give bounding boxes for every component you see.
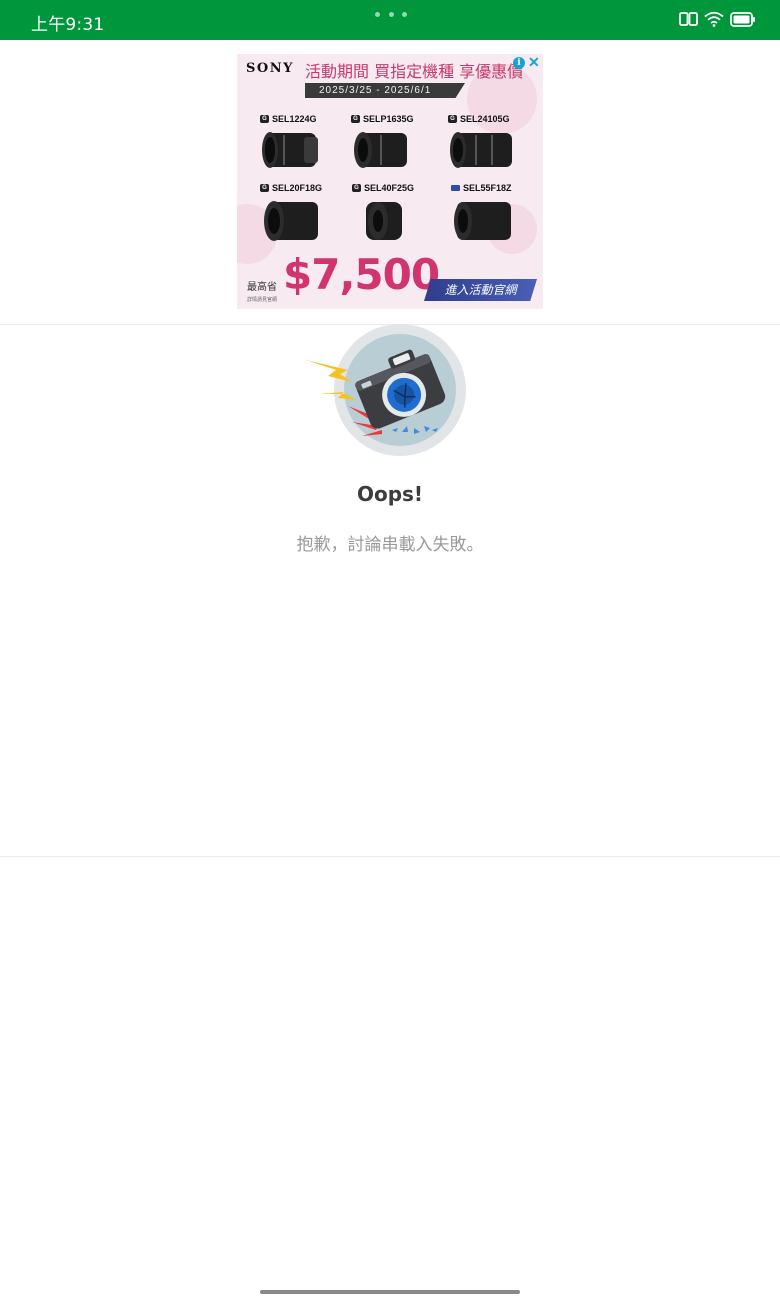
battery-icon (730, 11, 756, 32)
g-master-icon: G (448, 115, 457, 123)
sony-advertisement[interactable]: SONY 活動期間 買指定機種 享優惠價 2025/3/25 - 2025/6/… (237, 54, 543, 309)
ad-cta-button[interactable]: 進入活動官網 (424, 279, 537, 301)
home-indicator[interactable] (260, 1290, 520, 1294)
lens-icon (264, 201, 318, 241)
broken-camera-icon (306, 324, 466, 456)
ad-product-label: SEL20F18G (272, 183, 323, 193)
ad-product: G SEL1224G (260, 114, 356, 176)
lens-icon (450, 132, 512, 168)
ad-fine-print: 詳情請見官網 (247, 297, 278, 303)
ad-product: G SEL20F18G (260, 183, 356, 249)
multitask-dots-icon[interactable] (375, 12, 407, 18)
g-master-icon: G (260, 115, 269, 123)
g-master-icon: G (352, 184, 361, 192)
ad-brand-logo: SONY (246, 61, 294, 76)
lens-icon (454, 202, 511, 240)
error-title: Oops! (356, 482, 424, 506)
reader-icon (679, 12, 698, 31)
lens-icon (366, 202, 402, 240)
status-time: 上午9:31 (31, 15, 105, 35)
lens-icon (354, 132, 407, 168)
g-master-icon: G (351, 115, 360, 123)
zeiss-icon (451, 185, 460, 191)
ad-product: G SEL40F25G (352, 183, 448, 249)
ad-product: G SEL24105G (448, 114, 543, 176)
wifi-icon (704, 11, 724, 32)
lens-icon (262, 132, 318, 168)
ad-product-label: SEL24105G (460, 114, 510, 124)
ad-save-label: 最高省 (247, 282, 277, 293)
ad-dates: 2025/3/25 - 2025/6/1 (307, 83, 465, 98)
ad-product: G SELP1635G (351, 114, 447, 176)
ad-product-label: SELP1635G (363, 114, 414, 124)
ad-product-label: SEL55F18Z (463, 183, 512, 193)
ad-product-label: SEL1224G (272, 114, 317, 124)
status-bar: 上午9:31 (0, 0, 780, 40)
g-master-icon: G (260, 184, 269, 192)
ad-price: $7,500 (283, 250, 440, 299)
status-icons (679, 11, 756, 32)
ad-product-label: SEL40F25G (364, 183, 415, 193)
ad-close-icon[interactable]: ✕ (528, 54, 540, 71)
ad-headline: 活動期間 買指定機種 享優惠價 (305, 62, 524, 81)
ad-product: SEL55F18Z (451, 183, 543, 249)
divider (0, 856, 780, 857)
ad-info-icon[interactable]: i (513, 57, 525, 69)
error-message: 抱歉，討論串載入失敗。 (296, 535, 484, 555)
